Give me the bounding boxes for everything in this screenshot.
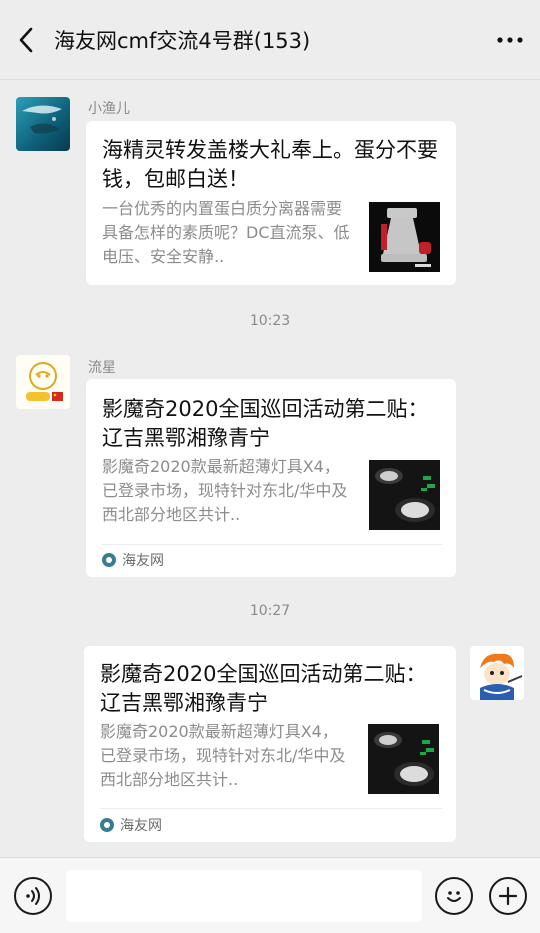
card-description: 一台优秀的内置蛋白质分离器需要具备怎样的素质呢？DC直流泵、低电压、安全安静.. <box>102 199 350 266</box>
smiley-icon <box>447 891 461 902</box>
source-app-icon <box>100 818 114 832</box>
chat-message-list[interactable]: 小渔儿 海精灵转发盖楼大礼奉上。蛋分不要钱，包邮白送！ 一台优秀的内置蛋白质分离… <box>0 81 540 856</box>
plus-icon <box>498 886 518 906</box>
back-button[interactable] <box>0 0 52 80</box>
card-title: 影魔奇2020全国巡回活动第二贴： 辽吉黑鄂湘豫青宁 <box>100 662 427 715</box>
card-thumbnail <box>369 460 440 530</box>
message-timestamp: 10:27 <box>249 603 291 619</box>
chat-header: 海友网cmf交流4号群(153) <box>0 0 540 80</box>
card-title: 海精灵转发盖楼大礼奉上。蛋分不要钱，包邮白送！ <box>102 138 438 191</box>
led-light-icon <box>368 724 439 794</box>
card-source: 海友网 <box>102 550 164 570</box>
avatar-image <box>16 97 70 151</box>
link-card-message[interactable]: 影魔奇2020全国巡回活动第二贴： 辽吉黑鄂湘豫青宁 影魔奇2020款最新超薄灯… <box>86 379 456 577</box>
more-functions-button[interactable] <box>489 877 527 915</box>
avatar-image <box>470 646 524 700</box>
more-dots-icon <box>497 36 523 43</box>
card-divider <box>102 544 442 545</box>
input-bar <box>0 857 540 933</box>
emoji-button[interactable] <box>435 877 473 915</box>
led-light-icon <box>369 460 440 530</box>
card-divider <box>100 808 442 809</box>
more-options-button[interactable] <box>480 0 540 80</box>
avatar-sender-1[interactable] <box>16 97 70 151</box>
voice-icon <box>26 887 40 905</box>
link-card-message[interactable]: 海精灵转发盖楼大礼奉上。蛋分不要钱，包邮白送！ 一台优秀的内置蛋白质分离器需要具… <box>86 121 456 285</box>
avatar-image <box>16 355 70 409</box>
card-thumbnail <box>369 202 440 272</box>
card-description: 影魔奇2020款最新超薄灯具X4，已登录市场，现特针对东北/华中及西北部分地区共… <box>102 457 348 524</box>
chevron-left-icon <box>19 27 33 52</box>
message-timestamp: 10:23 <box>249 313 291 329</box>
card-thumbnail <box>368 724 439 794</box>
chat-title: 海友网cmf交流4号群(153) <box>54 28 311 53</box>
source-name: 海友网 <box>120 818 162 834</box>
source-app-icon <box>102 553 116 567</box>
protein-skimmer-icon <box>369 202 440 272</box>
voice-input-button[interactable] <box>14 877 52 915</box>
sender-name: 流星 <box>88 360 116 376</box>
message-input[interactable] <box>66 870 422 922</box>
source-name: 海友网 <box>122 553 164 569</box>
sender-name: 小渔儿 <box>88 101 130 117</box>
avatar-sender-2[interactable] <box>16 355 70 409</box>
card-source: 海友网 <box>100 815 162 835</box>
avatar-self[interactable] <box>470 646 524 700</box>
card-title: 影魔奇2020全国巡回活动第二贴： 辽吉黑鄂湘豫青宁 <box>102 397 429 450</box>
card-description: 影魔奇2020款最新超薄灯具X4，已登录市场，现特针对东北/华中及西北部分地区共… <box>100 722 346 789</box>
link-card-message-self[interactable]: 影魔奇2020全国巡回活动第二贴： 辽吉黑鄂湘豫青宁 影魔奇2020款最新超薄灯… <box>84 646 456 842</box>
